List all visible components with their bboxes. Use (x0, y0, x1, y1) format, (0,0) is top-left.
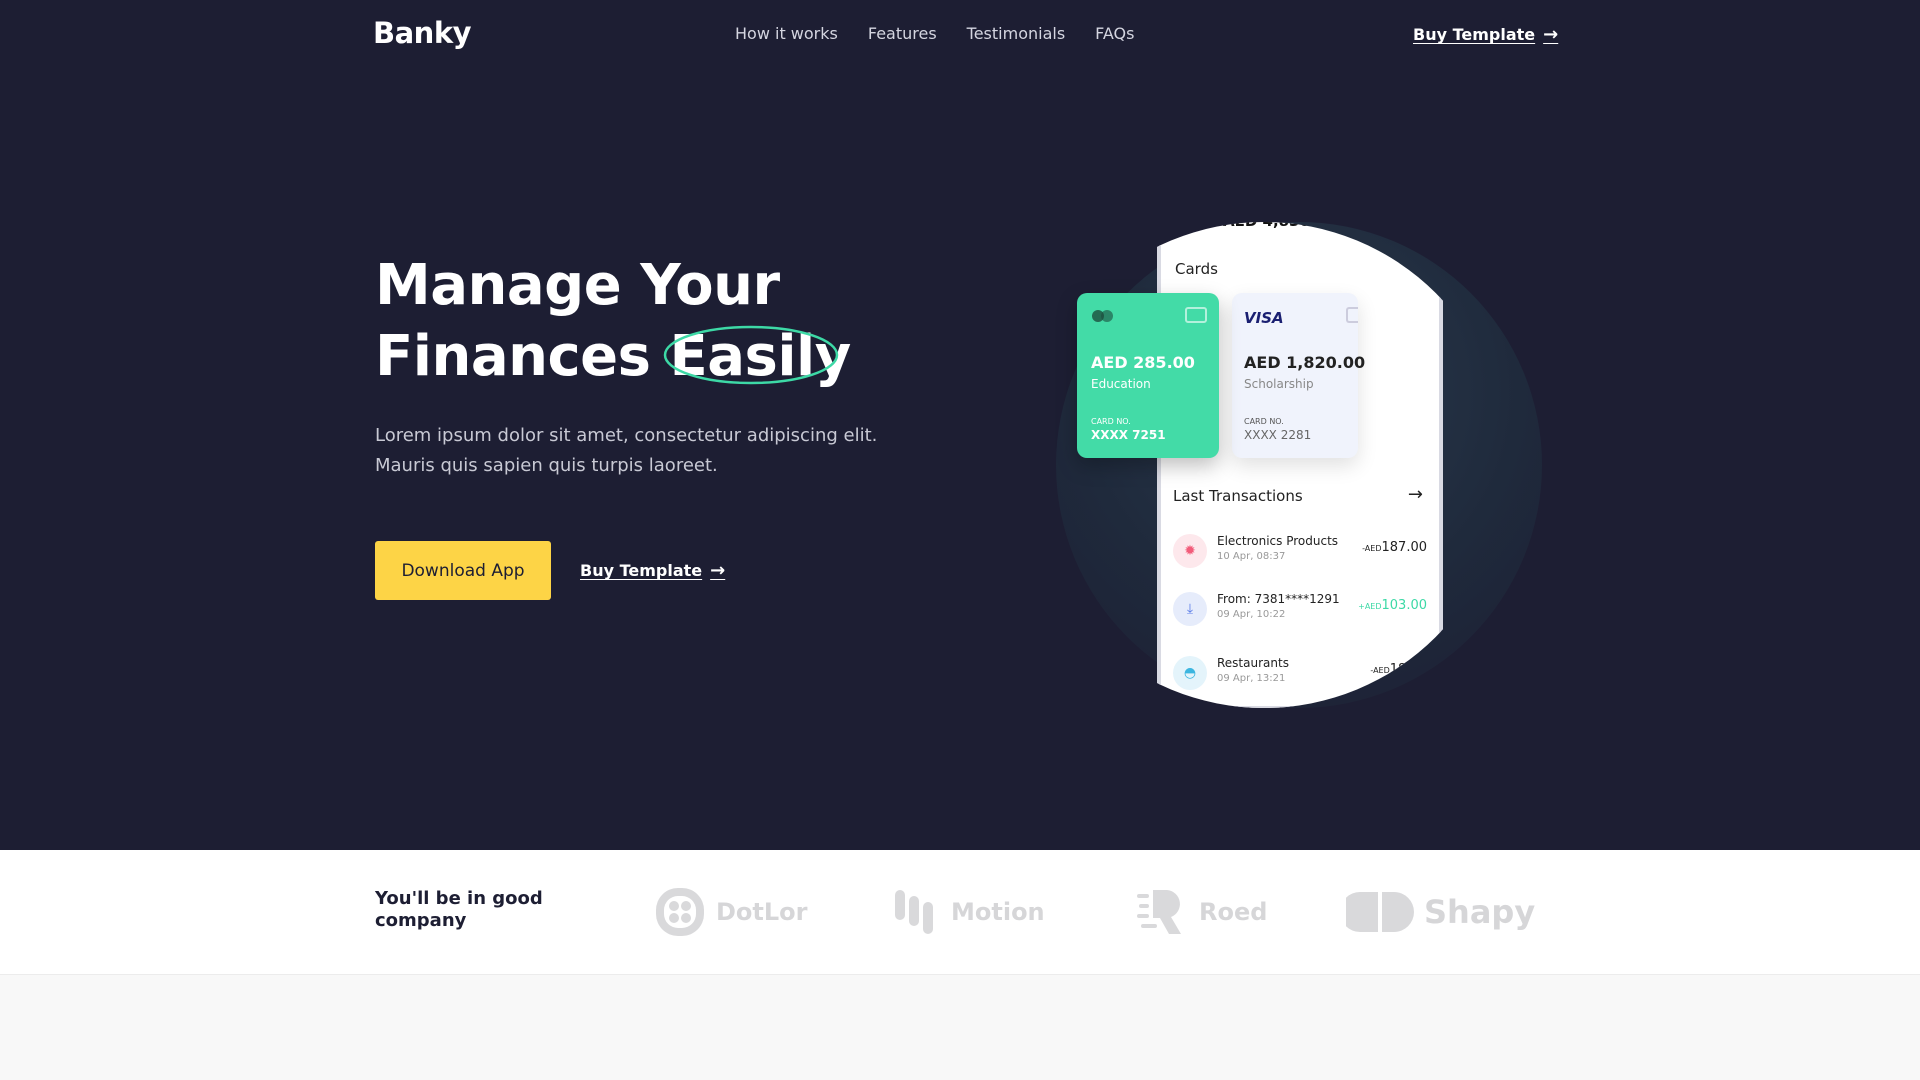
main-nav: How it works Features Testimonials FAQs (735, 24, 1134, 43)
hero-buy-template-link[interactable]: Buy Template → (580, 560, 725, 581)
transaction-name: From: 7381****1291 (1217, 592, 1340, 606)
dotlor-logo-icon (656, 888, 704, 936)
card-number: XXXX 2281 (1244, 428, 1312, 442)
download-app-button[interactable]: Download App (375, 541, 551, 600)
transaction-date: 10 Apr, 08:37 (1217, 551, 1286, 562)
balance-label: Total Balance (1223, 201, 1283, 211)
transaction-currency: -AED (1362, 544, 1382, 553)
next-section (0, 976, 1920, 1080)
brand-shapy: Shapy (1346, 886, 1535, 938)
brand-roed: Roed (1135, 886, 1267, 938)
brand-name: DotLor (716, 898, 808, 926)
transaction-name: Electronics Products (1217, 534, 1339, 548)
transaction-date: 09 Apr, 10:22 (1217, 609, 1286, 620)
hero-title-line1: Manage Your (375, 253, 780, 318)
arrow-right-icon[interactable]: → (1408, 484, 1423, 505)
nav-link-features[interactable]: Features (868, 24, 937, 43)
card-amount: AED 1,820.00 (1244, 353, 1366, 372)
card-icon (1185, 307, 1207, 323)
roed-logo-icon (1137, 890, 1181, 934)
transaction-value: 103.00 (1381, 598, 1428, 613)
hero-title-word-finances: Finances (375, 324, 651, 389)
card-number: XXXX 7251 (1091, 428, 1166, 442)
nav-link-faqs[interactable]: FAQs (1095, 24, 1134, 43)
motion-logo-icon (895, 890, 933, 934)
cards-title: Cards (1175, 260, 1218, 278)
hero-title: Manage Your Finances Easily (375, 250, 851, 392)
hero-title-line2: Finances Easily (375, 321, 851, 392)
transaction-value: 187.00 (1381, 540, 1428, 555)
search-icon (1375, 222, 1382, 223)
nav-buy-template-link[interactable]: Buy Template → (1413, 24, 1558, 45)
card-label: Scholarship (1244, 377, 1314, 391)
card-chip-icon (1092, 310, 1113, 322)
hero-lead-text: Lorem ipsum dolor sit amet, consectetur … (375, 425, 878, 476)
download-icon: ⤓ (1173, 592, 1207, 626)
card-number-label: CARD NO. (1091, 417, 1131, 426)
transaction-row[interactable]: ✹ Electronics Products 10 Apr, 08:37 -AE… (1173, 532, 1429, 572)
arrow-right-icon: → (710, 560, 726, 581)
card-amount: AED 285.00 (1091, 353, 1195, 372)
hero-section: Banky How it works Features Testimonials… (0, 0, 1920, 850)
company-strip: You'll be in good company DotLor Motion … (0, 850, 1920, 975)
transaction-name: Restaurants (1217, 656, 1289, 670)
card-number-label: CARD NO. (1244, 417, 1284, 426)
card-label: Education (1091, 377, 1151, 391)
card-education[interactable]: AED 285.00 Education CARD NO. XXXX 7251 (1077, 293, 1219, 458)
hero-title-word-easily: Easily (669, 324, 851, 389)
signal-battery-icon: ▂▄▆ ◠ ▬ (1379, 169, 1425, 178)
hero-title-highlight: Easily (664, 321, 851, 392)
dish-icon: ◓ (1173, 656, 1207, 690)
transaction-amount: -AED187.00 (1362, 540, 1427, 555)
nav-link-testimonials[interactable]: Testimonials (967, 24, 1066, 43)
brand-name: Motion (951, 898, 1045, 926)
transaction-row[interactable]: ⤓ From: 7381****1291 09 Apr, 10:22 +AED1… (1173, 590, 1429, 630)
avatar (1181, 222, 1215, 230)
logo[interactable]: Banky (373, 16, 472, 50)
nav-buy-template-label: Buy Template (1413, 25, 1536, 44)
phone-status-time: 9:27 (1179, 169, 1204, 180)
brand-dotlor: DotLor (654, 886, 808, 938)
transactions-title: Last Transactions (1173, 487, 1303, 505)
card-icon (1346, 307, 1358, 323)
transaction-currency: +AED (1358, 602, 1382, 611)
brand-motion: Motion (893, 886, 1045, 938)
brand-name: Shapy (1424, 893, 1536, 931)
gear-icon: ✹ (1173, 534, 1207, 568)
transaction-amount: +AED103.00 (1358, 598, 1427, 613)
transaction-date: 09 Apr, 13:21 (1217, 673, 1286, 684)
shapy-logo-icon (1346, 892, 1414, 932)
bell-icon (1409, 222, 1415, 224)
arrow-right-icon: → (1543, 24, 1559, 45)
card-visa[interactable]: VISA AED 1,820.00 Scholarship CARD NO. X… (1232, 293, 1365, 458)
transaction-currency: -AED (1370, 666, 1390, 675)
visa-logo: VISA (1244, 309, 1284, 327)
brand-name: Roed (1199, 898, 1268, 926)
nav-link-how-it-works[interactable]: How it works (735, 24, 838, 43)
company-strip-title: You'll be in good company (375, 888, 543, 931)
hero-buy-template-label: Buy Template (580, 561, 703, 580)
